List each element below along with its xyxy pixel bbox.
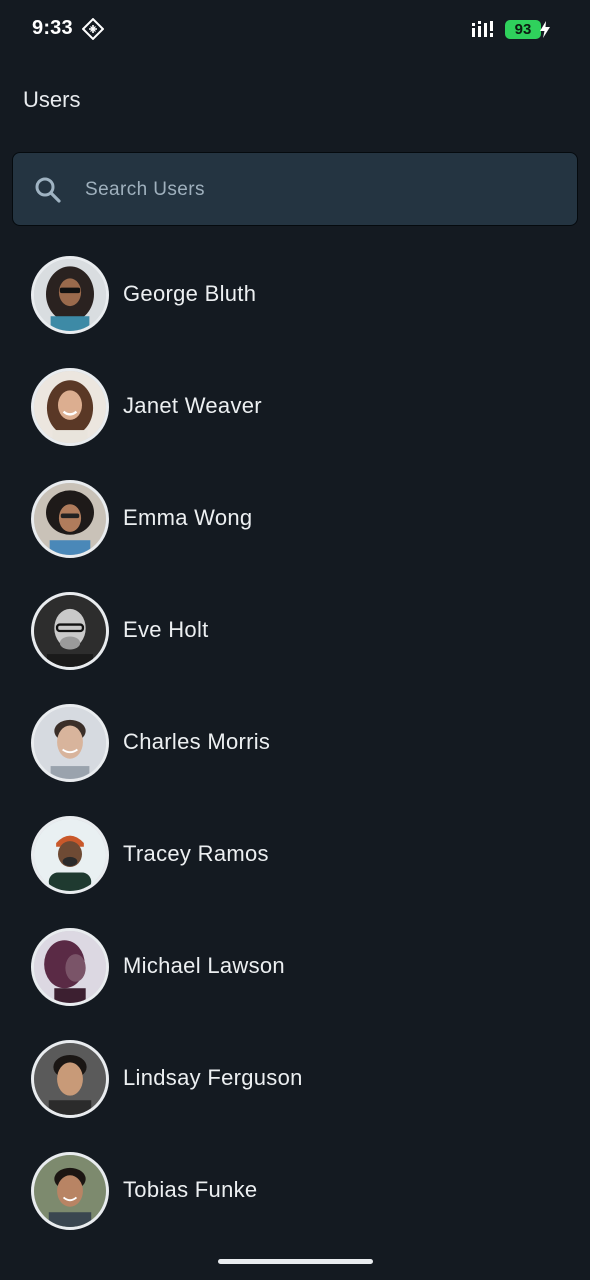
page-title: Users xyxy=(23,87,81,112)
diamond-grid-icon xyxy=(82,18,104,40)
search-icon xyxy=(35,177,61,203)
avatar xyxy=(31,816,109,894)
avatar xyxy=(31,928,109,1006)
user-list-item[interactable]: George Bluth xyxy=(0,238,590,350)
user-name: Michael Lawson xyxy=(123,953,285,978)
user-name: George Bluth xyxy=(123,281,257,306)
user-name: Eve Holt xyxy=(123,617,209,642)
search-bar[interactable] xyxy=(12,152,578,226)
status-time: 9:33 xyxy=(32,17,73,39)
user-list-item[interactable]: Eve Holt xyxy=(0,574,590,686)
signal-bars-icon xyxy=(472,21,493,37)
user-name: Charles Morris xyxy=(123,729,271,754)
avatar xyxy=(31,368,109,446)
user-name: Janet Weaver xyxy=(123,393,262,418)
user-name: Emma Wong xyxy=(123,505,253,530)
users-screen: 9:33 93 Users Search Users George Bluth … xyxy=(0,0,590,1280)
avatar xyxy=(31,480,109,558)
user-list-item[interactable]: Janet Weaver xyxy=(0,350,590,462)
avatar xyxy=(31,704,109,782)
user-name: Tobias Funke xyxy=(123,1177,258,1202)
user-list-item[interactable]: Emma Wong xyxy=(0,462,590,574)
user-list-item[interactable]: Tracey Ramos xyxy=(0,798,590,910)
avatar xyxy=(31,1152,109,1230)
home-indicator[interactable] xyxy=(218,1259,373,1264)
user-name: Lindsay Ferguson xyxy=(123,1065,303,1090)
user-list-item[interactable]: Lindsay Ferguson xyxy=(0,1022,590,1134)
avatar xyxy=(31,1040,109,1118)
search-input[interactable] xyxy=(85,173,555,207)
battery-indicator: 93 xyxy=(505,20,541,39)
status-bar: 9:33 93 xyxy=(0,0,590,60)
avatar xyxy=(31,256,109,334)
battery-level: 93 xyxy=(514,21,532,38)
user-name: Tracey Ramos xyxy=(123,841,269,866)
user-list-item[interactable]: Charles Morris xyxy=(0,686,590,798)
user-list: George Bluth Janet Weaver Emma Wong Eve … xyxy=(0,238,590,1246)
user-list-item[interactable]: Michael Lawson xyxy=(0,910,590,1022)
bolt-icon xyxy=(540,21,550,38)
user-list-item[interactable]: Tobias Funke xyxy=(0,1134,590,1246)
avatar xyxy=(31,592,109,670)
